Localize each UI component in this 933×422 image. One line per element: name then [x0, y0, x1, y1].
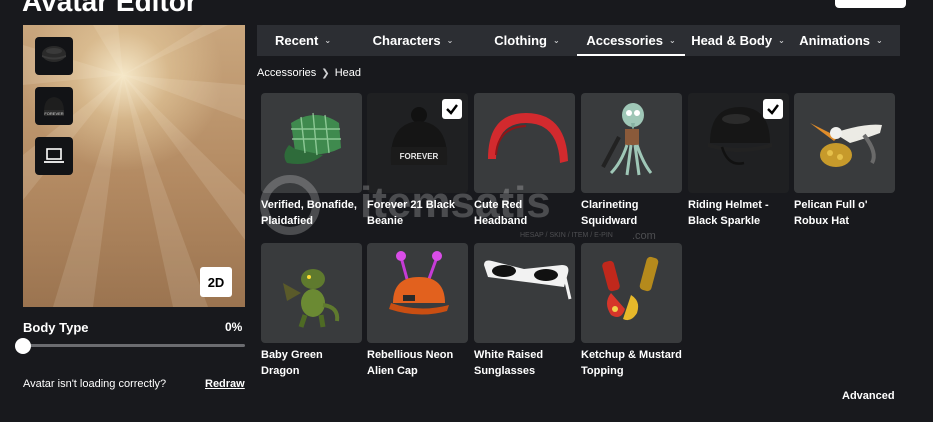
tab-label: Characters [372, 33, 441, 48]
watermark-domain: .com [632, 230, 656, 242]
tab-label: Head & Body [691, 33, 773, 48]
slider-thumb[interactable] [15, 338, 31, 354]
chevron-right-icon: ❯ [321, 67, 330, 79]
item-thumbnail [581, 243, 682, 343]
tab-label: Accessories [586, 33, 663, 48]
selected-checkmark-icon [442, 99, 462, 119]
dragon-icon [283, 269, 340, 328]
chevron-down-icon: ⌄ [668, 36, 676, 45]
view-2d-button[interactable]: 2D [200, 267, 232, 297]
item-name: Rebellious Neon Alien Cap [367, 349, 454, 377]
breadcrumb-parent[interactable]: Accessories [257, 67, 316, 79]
item-card-squidward[interactable]: Clarineting Squidward [581, 93, 682, 229]
body-type-label: Body Type [23, 320, 89, 335]
tab-recent[interactable]: Recent ⌄ [257, 25, 349, 56]
selected-checkmark-icon [763, 99, 783, 119]
item-name: Verified, Bonafide, Plaidafied [261, 199, 357, 227]
item-thumbnail [261, 243, 362, 343]
beanie-icon: FOREVER [44, 97, 64, 116]
loading-help-text: Avatar isn't loading correctly? [23, 378, 167, 390]
category-tabs: Recent ⌄ Characters ⌄ Clothing ⌄ Accessorie… [257, 25, 900, 56]
equipped-slot-laptop[interactable] [35, 137, 73, 175]
avatar-preview[interactable]: FOREVER 2D [23, 25, 245, 307]
tab-head-body[interactable]: Head & Body ⌄ [685, 25, 791, 56]
item-card-ketchup-mustard[interactable]: Ketchup & Mustard Topping [581, 243, 682, 379]
helmet-icon [42, 46, 66, 62]
item-card-baby-dragon[interactable]: Baby Green Dragon [261, 243, 362, 379]
beanie-print: FOREVER [44, 111, 63, 116]
item-thumbnail [367, 243, 468, 343]
item-thumbnail [474, 243, 575, 343]
chevron-down-icon: ⌄ [876, 36, 883, 45]
item-name: Clarineting Squidward [581, 199, 639, 227]
item-card-pelican-hat[interactable]: Pelican Full o' Robux Hat [794, 93, 895, 229]
item-card-sunglasses[interactable]: White Raised Sunglasses [474, 243, 575, 379]
item-name: Pelican Full o' Robux Hat [794, 199, 868, 227]
breadcrumb: Accessories ❯ Head [257, 67, 361, 79]
pelican-icon [810, 123, 882, 167]
item-name: Ketchup & Mustard Topping [581, 349, 682, 377]
chevron-down-icon: ⌄ [553, 36, 560, 45]
tab-characters[interactable]: Characters ⌄ [349, 25, 477, 56]
chevron-down-icon: ⌄ [778, 36, 785, 45]
top-right-button[interactable] [835, 0, 906, 8]
item-card-plaid-cap[interactable]: Verified, Bonafide, Plaidafied [261, 93, 362, 229]
item-card-beanie[interactable]: FOREVER Forever 21 Black Beanie [367, 93, 468, 229]
item-card-riding-helmet[interactable]: Riding Helmet - Black Sparkle [688, 93, 789, 229]
item-name: Forever 21 Black Beanie [367, 199, 456, 227]
slider-track [23, 344, 245, 347]
equipped-slot-beanie[interactable]: FOREVER [35, 87, 73, 125]
item-thumbnail [581, 93, 682, 193]
page-title: Avatar Editor [22, 0, 197, 17]
tab-label: Recent [274, 33, 319, 48]
item-name: Baby Green Dragon [261, 349, 323, 377]
equipped-slot-helmet[interactable] [35, 37, 73, 75]
item-thumbnail [688, 93, 789, 193]
advanced-link[interactable]: Advanced [842, 390, 895, 402]
chevron-down-icon: ⌄ [446, 36, 454, 45]
sunglasses-icon [484, 260, 572, 300]
ketchup-mustard-icon [602, 256, 659, 321]
tab-clothing[interactable]: Clothing ⌄ [477, 25, 577, 56]
squidward-icon [601, 103, 653, 176]
body-type-value: 0% [225, 320, 243, 334]
tab-animations[interactable]: Animations ⌄ [791, 25, 891, 56]
breadcrumb-current: Head [334, 67, 361, 79]
redraw-link[interactable]: Redraw [205, 378, 245, 390]
item-thumbnail [794, 93, 895, 193]
item-name: Cute Red Headband [474, 199, 528, 227]
tab-label: Animations [799, 33, 871, 48]
tab-accessories[interactable]: Accessories ⌄ [577, 25, 685, 56]
item-thumbnail [261, 93, 362, 193]
item-name: Riding Helmet - Black Sparkle [688, 199, 769, 227]
plaid-cap-icon [284, 112, 341, 164]
laptop-icon [44, 148, 64, 163]
item-card-headband[interactable]: Cute Red Headband [474, 93, 575, 229]
tab-label: Clothing [494, 33, 547, 48]
watermark-tagline: HESAP / SKIN / ITEM / E-PIN [520, 232, 613, 239]
body-type-slider[interactable] [15, 337, 245, 355]
beanie-print: FOREVER [400, 152, 439, 161]
item-card-alien-cap[interactable]: Rebellious Neon Alien Cap [367, 243, 468, 379]
chevron-down-icon: ⌄ [324, 36, 332, 45]
item-thumbnail: FOREVER [367, 93, 468, 193]
item-name: White Raised Sunglasses [474, 349, 544, 377]
headband-icon [488, 113, 568, 163]
alien-cap-icon [389, 251, 449, 315]
item-thumbnail [474, 93, 575, 193]
